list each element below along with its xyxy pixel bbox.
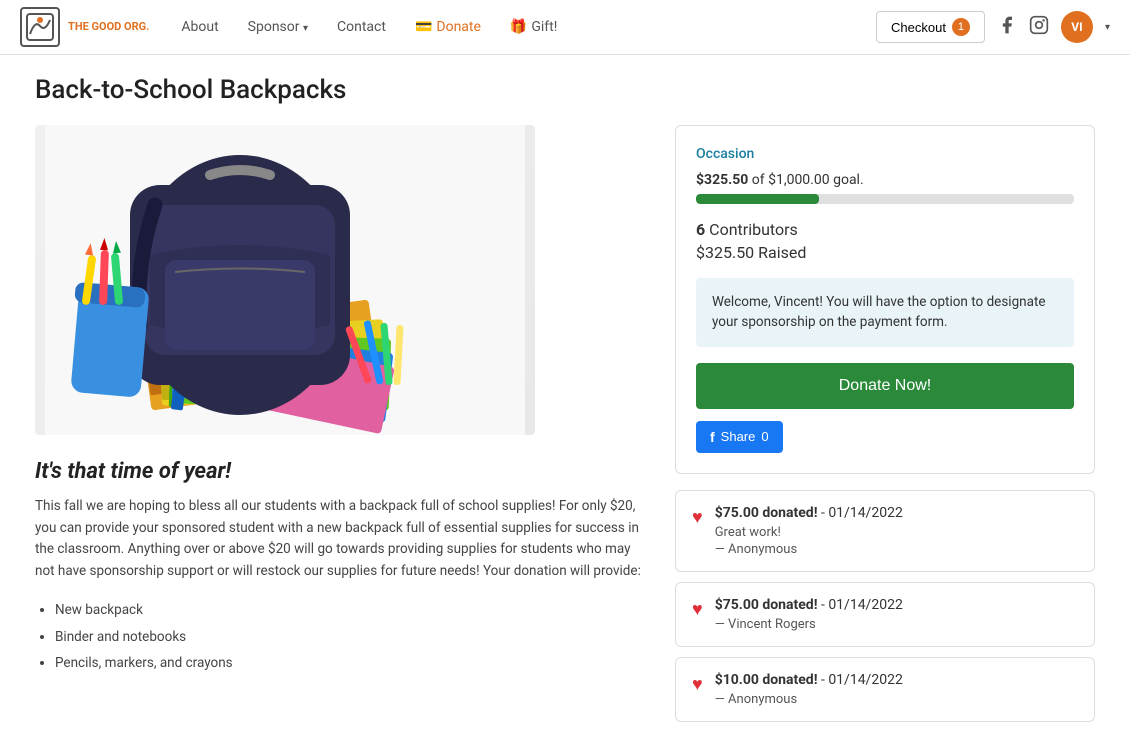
left-column: It's that time of year! This fall we are… bbox=[35, 125, 651, 677]
nav-about[interactable]: About bbox=[169, 13, 230, 41]
heart-icon-3: ♥ bbox=[692, 674, 703, 695]
occasion-label: Occasion bbox=[696, 146, 1074, 162]
brand-logo bbox=[20, 7, 60, 47]
nav-gift[interactable]: 🎁 Gift! bbox=[498, 13, 569, 41]
checkout-badge: 1 bbox=[952, 18, 970, 36]
gift-icon: 🎁 bbox=[510, 19, 527, 35]
logo-icon bbox=[25, 12, 55, 42]
nav-donate[interactable]: 💳 Donate bbox=[403, 13, 493, 41]
navbar: THE GOOD ORG. About Sponsor ▾ Contact 💳 … bbox=[0, 0, 1130, 55]
donation-card-1: ♥ $75.00 donated! - 01/14/2022 Great wor… bbox=[675, 490, 1095, 572]
goal-suffix: goal. bbox=[833, 172, 864, 188]
instagram-link[interactable] bbox=[1029, 15, 1049, 39]
contributors-count: 6 bbox=[696, 220, 705, 239]
donation-donor-1: — Anonymous bbox=[715, 542, 1078, 557]
nav-contact[interactable]: Contact bbox=[325, 13, 398, 41]
donation-message-1: Great work! bbox=[715, 525, 1078, 540]
nav-sponsor[interactable]: Sponsor ▾ bbox=[236, 13, 320, 41]
brand-logo-link[interactable]: THE GOOD ORG. bbox=[20, 7, 149, 47]
brand-name: THE GOOD ORG. bbox=[68, 20, 149, 33]
facebook-link[interactable] bbox=[997, 15, 1017, 39]
instagram-icon bbox=[1029, 15, 1049, 35]
contributors-stat: 6 Contributors bbox=[696, 220, 1074, 239]
donation-amount-1: $75.00 donated! - 01/14/2022 bbox=[715, 505, 1078, 521]
checkout-button[interactable]: Checkout 1 bbox=[876, 11, 985, 43]
donation-card-2: ♥ $75.00 donated! - 01/14/2022 — Vincent… bbox=[675, 582, 1095, 647]
donation-amount-2: $75.00 donated! - 01/14/2022 bbox=[715, 597, 1078, 613]
backpack-illustration bbox=[45, 125, 525, 435]
content-layout: It's that time of year! This fall we are… bbox=[35, 125, 1095, 732]
user-avatar[interactable]: VI bbox=[1061, 11, 1093, 43]
nav-links: About Sponsor ▾ Contact 💳 Donate 🎁 Gift! bbox=[169, 13, 876, 41]
share-count: 0 bbox=[761, 429, 768, 444]
avatar-dropdown-icon[interactable]: ▾ bbox=[1105, 22, 1110, 33]
heart-icon-2: ♥ bbox=[692, 599, 703, 620]
supply-item: Pencils, markers, and crayons bbox=[55, 651, 651, 675]
donate-card-icon: 💳 bbox=[415, 19, 432, 35]
raised-stat: $325.50 Raised bbox=[696, 243, 1074, 262]
donation-info-3: $10.00 donated! - 01/14/2022 — Anonymous bbox=[715, 672, 1078, 707]
donate-now-button[interactable]: Donate Now! bbox=[696, 363, 1074, 409]
campaign-subtitle: It's that time of year! bbox=[35, 459, 651, 484]
progress-bar-container bbox=[696, 194, 1074, 204]
goal-amount: $1,000.00 bbox=[768, 172, 830, 188]
goal-text: $325.50 of $1,000.00 goal. bbox=[696, 172, 1074, 188]
main-content: Back-to-School Backpacks bbox=[15, 55, 1115, 752]
progress-bar-fill bbox=[696, 194, 819, 204]
donation-info-1: $75.00 donated! - 01/14/2022 Great work!… bbox=[715, 505, 1078, 557]
donation-panel: Occasion $325.50 of $1,000.00 goal. 6 Co… bbox=[675, 125, 1095, 474]
facebook-share-button[interactable]: f Share 0 bbox=[696, 421, 783, 453]
heart-icon-1: ♥ bbox=[692, 507, 703, 528]
campaign-image bbox=[35, 125, 535, 435]
navbar-right: Checkout 1 VI ▾ bbox=[876, 11, 1110, 43]
donation-info-2: $75.00 donated! - 01/14/2022 — Vincent R… bbox=[715, 597, 1078, 632]
facebook-icon: f bbox=[710, 429, 715, 445]
supply-item: Binder and notebooks bbox=[55, 625, 651, 649]
page-title: Back-to-School Backpacks bbox=[35, 75, 1095, 105]
donation-amount-3: $10.00 donated! - 01/14/2022 bbox=[715, 672, 1078, 688]
raised-display: $325.50 Raised bbox=[696, 243, 806, 262]
donation-donor-2: — Vincent Rogers bbox=[715, 617, 1078, 632]
supply-item: New backpack bbox=[55, 598, 651, 622]
supplies-list: New backpack Binder and notebooks Pencil… bbox=[55, 598, 651, 675]
right-column: Occasion $325.50 of $1,000.00 goal. 6 Co… bbox=[675, 125, 1095, 732]
raised-amount: $325.50 bbox=[696, 172, 748, 188]
donation-card-3: ♥ $10.00 donated! - 01/14/2022 — Anonymo… bbox=[675, 657, 1095, 722]
welcome-box: Welcome, Vincent! You will have the opti… bbox=[696, 278, 1074, 347]
sponsor-dropdown-icon: ▾ bbox=[303, 23, 308, 34]
facebook-icon bbox=[997, 15, 1017, 35]
campaign-description: This fall we are hoping to bless all our… bbox=[35, 496, 651, 582]
welcome-message: Welcome, Vincent! You will have the opti… bbox=[712, 294, 1046, 330]
donation-donor-3: — Anonymous bbox=[715, 692, 1078, 707]
